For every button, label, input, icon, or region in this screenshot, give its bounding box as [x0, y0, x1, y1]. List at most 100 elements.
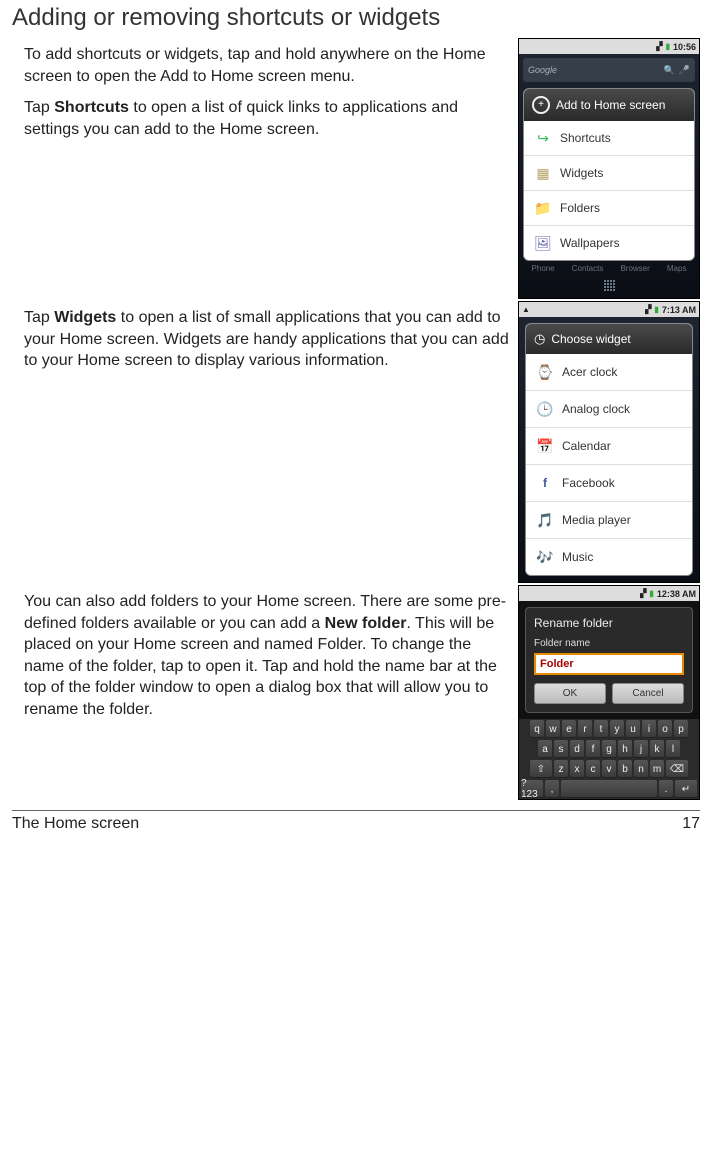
para-intro: To add shortcuts or widgets, tap and hol… [24, 44, 512, 87]
key-.[interactable]: . [659, 780, 673, 798]
para-shortcuts: Tap Shortcuts to open a list of quick li… [24, 97, 512, 140]
key-i[interactable]: i [642, 720, 656, 738]
bold-shortcuts: Shortcuts [54, 99, 129, 116]
widget-item-calendar[interactable]: 📅Calendar [526, 428, 692, 465]
key-x[interactable]: x [570, 760, 584, 778]
battery-icon: ▮ [649, 589, 653, 598]
app-drawer-button[interactable] [523, 276, 695, 294]
media-icon: 🎵 [536, 511, 554, 529]
key-d[interactable]: d [570, 740, 584, 758]
page-heading: Adding or removing shortcuts or widgets [12, 4, 700, 32]
key-t[interactable]: t [594, 720, 608, 738]
key-a[interactable]: a [538, 740, 552, 758]
key-l[interactable]: l [666, 740, 680, 758]
facebook-icon: f [536, 474, 554, 492]
widget-item-music[interactable]: 🎶Music [526, 539, 692, 575]
label: Shortcuts [560, 131, 611, 145]
key-⌫[interactable]: ⌫ [666, 760, 688, 778]
signal-icon: ▞ [656, 42, 662, 51]
key-h[interactable]: h [618, 740, 632, 758]
key-r[interactable]: r [578, 720, 592, 738]
key-z[interactable]: z [554, 760, 568, 778]
key-?123[interactable]: ?123 [521, 780, 543, 798]
key-p[interactable]: p [674, 720, 688, 738]
analog-clock-icon: 🕒 [536, 400, 554, 418]
key-↵[interactable]: ↵ [675, 780, 697, 798]
key-c[interactable]: c [586, 760, 600, 778]
label: Widgets [560, 166, 603, 180]
widget-item-analog-clock[interactable]: 🕒Analog clock [526, 391, 692, 428]
status-bar: ▞ ▮ 10:56 [519, 39, 699, 54]
key-,[interactable]: , [545, 780, 559, 798]
dock-maps[interactable]: Maps [667, 264, 687, 273]
dock-phone[interactable]: Phone [532, 264, 555, 273]
key-f[interactable]: f [586, 740, 600, 758]
menu-item-widgets[interactable]: ▦ Widgets [524, 156, 694, 191]
widget-item-media-player[interactable]: 🎵 Media player [526, 502, 692, 539]
plus-icon: + [532, 96, 550, 114]
page-footer: The Home screen 17 [12, 810, 700, 833]
dock-browser[interactable]: Browser [620, 264, 649, 273]
dialog-title: Rename folder [534, 616, 684, 630]
key-v[interactable]: v [602, 760, 616, 778]
key-␣[interactable] [561, 780, 657, 798]
label: Folders [560, 201, 600, 215]
ok-button[interactable]: OK [534, 683, 606, 704]
search-icon[interactable]: 🔍 [664, 65, 675, 76]
mic-icon[interactable]: 🎤 [679, 65, 690, 76]
key-u[interactable]: u [626, 720, 640, 738]
key-n[interactable]: n [634, 760, 648, 778]
choose-widget-popup: ◷ Choose widget ⌚Acer clock 🕒Analog cloc… [525, 323, 693, 576]
folder-name-input[interactable]: Folder [534, 653, 684, 675]
widget-item-acer-clock[interactable]: ⌚Acer clock [526, 354, 692, 391]
clock: 10:56 [673, 42, 696, 52]
label: Media player [562, 513, 631, 527]
menu-item-wallpapers[interactable]: 🖼 Wallpapers [524, 226, 694, 260]
key-y[interactable]: y [610, 720, 624, 738]
screenshot-choose-widget: ▲ ▞ ▮ 7:13 AM ◷ Choose widget ⌚Acer cloc… [518, 301, 700, 583]
widget-header-icon: ◷ [534, 331, 545, 347]
dock: Phone Contacts Browser Maps [523, 261, 695, 276]
rename-folder-dialog: Rename folder Folder name Folder OK Canc… [525, 607, 693, 713]
google-search-bar[interactable]: Google 🔍 🎤 [523, 58, 695, 82]
field-label: Folder name [534, 638, 684, 649]
onscreen-keyboard[interactable]: qwertyuiop asdfghjkl ⇧zxcvbnm⌫ ?123,.↵ [519, 719, 699, 799]
popup-title: Add to Home screen [556, 98, 665, 112]
para-widgets: Tap Widgets to open a list of small appl… [24, 307, 512, 372]
clock: 12:38 AM [657, 589, 696, 599]
status-bar: ▲ ▞ ▮ 7:13 AM [519, 302, 699, 317]
key-m[interactable]: m [650, 760, 664, 778]
status-bar: ▞ ▮ 12:38 AM [519, 586, 699, 601]
key-b[interactable]: b [618, 760, 632, 778]
signal-icon: ▞ [640, 589, 646, 598]
battery-icon: ▮ [666, 42, 670, 51]
bold-widgets: Widgets [54, 309, 116, 326]
key-j[interactable]: j [634, 740, 648, 758]
footer-section: The Home screen [12, 815, 139, 833]
page-number: 17 [682, 815, 700, 833]
key-o[interactable]: o [658, 720, 672, 738]
para-folders: You can also add folders to your Home sc… [24, 591, 512, 721]
widget-item-facebook[interactable]: f Facebook [526, 465, 692, 502]
calendar-icon: 📅 [536, 437, 554, 455]
warning-icon: ▲ [522, 305, 530, 314]
label: Facebook [562, 476, 615, 490]
key-s[interactable]: s [554, 740, 568, 758]
popup-title-row: ◷ Choose widget [526, 324, 692, 354]
key-g[interactable]: g [602, 740, 616, 758]
text: Tap [24, 309, 54, 326]
menu-item-shortcuts[interactable]: ↪ Shortcuts [524, 121, 694, 156]
key-e[interactable]: e [562, 720, 576, 738]
grid-icon [604, 280, 615, 291]
key-k[interactable]: k [650, 740, 664, 758]
signal-icon: ▞ [645, 305, 651, 314]
key-⇧[interactable]: ⇧ [530, 760, 552, 778]
wallpaper-icon: 🖼 [534, 234, 552, 252]
clock: 7:13 AM [662, 305, 696, 315]
key-q[interactable]: q [530, 720, 544, 738]
dock-contacts[interactable]: Contacts [572, 264, 604, 273]
menu-item-folders[interactable]: 📁 Folders [524, 191, 694, 226]
popup-title-row: + Add to Home screen [524, 89, 694, 121]
key-w[interactable]: w [546, 720, 560, 738]
cancel-button[interactable]: Cancel [612, 683, 684, 704]
